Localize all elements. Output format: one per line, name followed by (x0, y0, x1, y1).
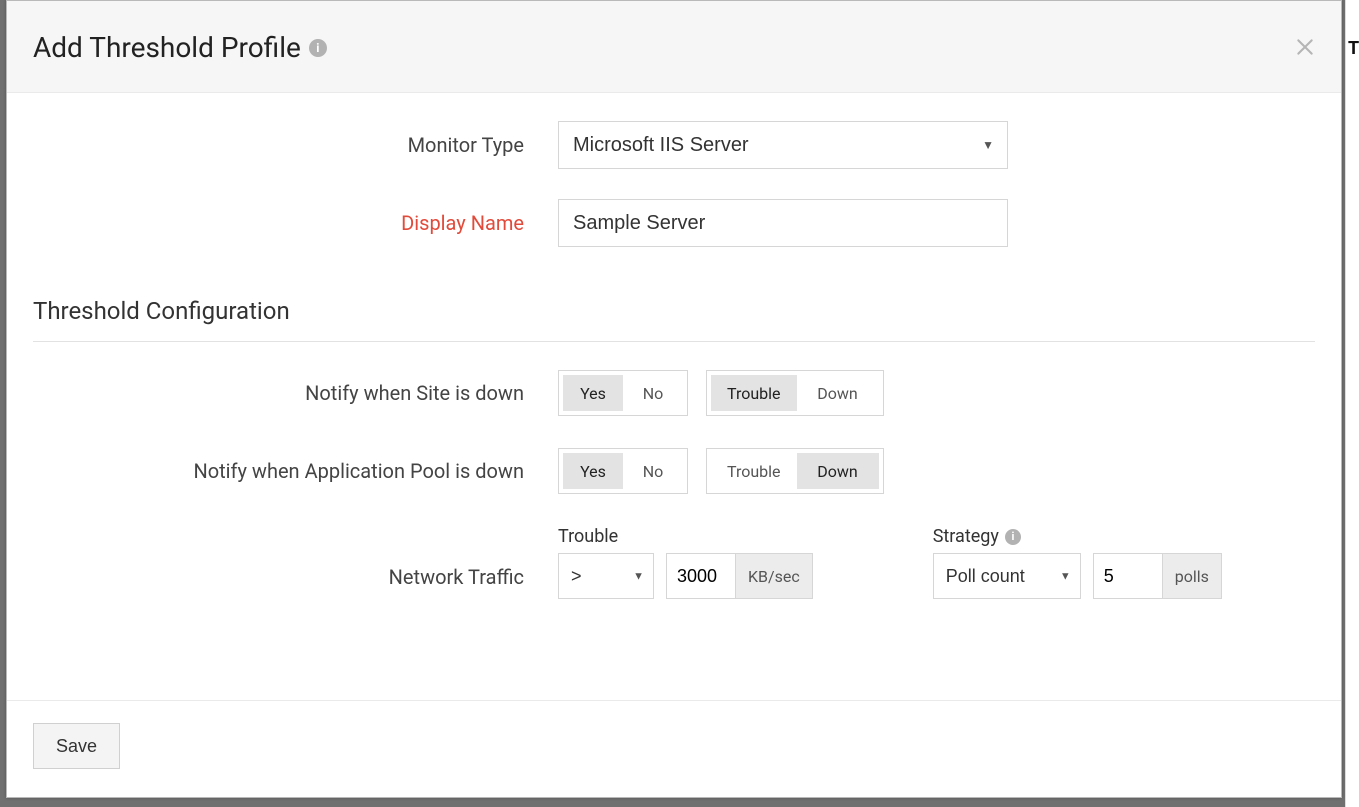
modal-title-text: Add Threshold Profile (33, 31, 301, 64)
threshold-configuration-heading: Threshold Configuration (33, 297, 1315, 342)
close-icon (1295, 37, 1315, 57)
app-pool-severity-toggle: Trouble Down (706, 448, 884, 494)
monitor-type-row: Monitor Type Microsoft IIS Server (33, 121, 1315, 169)
poll-unit-label: polls (1162, 554, 1221, 598)
app-pool-down-label: Notify when Application Pool is down (33, 459, 558, 483)
save-button[interactable]: Save (33, 723, 120, 769)
app-pool-no-button[interactable]: No (623, 453, 683, 489)
app-pool-down-button[interactable]: Down (797, 453, 879, 489)
add-threshold-profile-modal: Add Threshold Profile i Monitor Type Mic… (6, 0, 1342, 798)
modal-footer: Save (7, 700, 1341, 797)
site-down-label: Notify when Site is down (33, 381, 558, 405)
strategy-label: Strategy i (933, 526, 1222, 547)
strategy-select[interactable]: Poll count (933, 553, 1081, 599)
monitor-type-select[interactable]: Microsoft IIS Server (558, 121, 1008, 169)
app-pool-yes-button[interactable]: Yes (563, 453, 623, 489)
site-down-severity-toggle: Trouble Down (706, 370, 884, 416)
info-icon[interactable]: i (309, 39, 327, 57)
app-pool-trouble-button[interactable]: Trouble (711, 453, 797, 489)
site-down-no-button[interactable]: No (623, 375, 683, 411)
display-name-input[interactable] (558, 199, 1008, 247)
modal-header: Add Threshold Profile i (7, 1, 1341, 93)
site-down-trouble-button[interactable]: Trouble (711, 375, 797, 411)
app-pool-down-row: Notify when Application Pool is down Yes… (33, 448, 1315, 494)
network-traffic-label: Network Traffic (33, 565, 558, 599)
modal-body: Monitor Type Microsoft IIS Server Displa… (7, 93, 1341, 700)
modal-backdrop: T Add Threshold Profile i Monitor Type M… (0, 0, 1359, 807)
strategy-column: Strategy i Poll count polls (933, 526, 1222, 599)
site-down-yes-button[interactable]: Yes (563, 375, 623, 411)
display-name-label: Display Name (33, 211, 558, 235)
monitor-type-label: Monitor Type (33, 133, 558, 157)
trouble-unit-label: KB/sec (735, 554, 812, 598)
site-down-down-button[interactable]: Down (797, 375, 879, 411)
site-down-row: Notify when Site is down Yes No Trouble … (33, 370, 1315, 416)
close-button[interactable] (1289, 31, 1321, 63)
site-down-yn-toggle: Yes No (558, 370, 688, 416)
background-edge-text: T (1345, 0, 1359, 807)
app-pool-yn-toggle: Yes No (558, 448, 688, 494)
trouble-value-input[interactable] (667, 554, 735, 598)
modal-title: Add Threshold Profile i (33, 31, 327, 64)
poll-value-input[interactable] (1094, 554, 1162, 598)
display-name-row: Display Name (33, 199, 1315, 247)
trouble-operator-select[interactable]: > (558, 553, 654, 599)
poll-value-input-group: polls (1093, 553, 1222, 599)
trouble-column: Trouble > KB/sec (558, 526, 813, 599)
trouble-label: Trouble (558, 526, 813, 547)
info-icon[interactable]: i (1005, 529, 1021, 545)
trouble-value-input-group: KB/sec (666, 553, 813, 599)
network-traffic-row: Network Traffic Trouble > (33, 526, 1315, 599)
